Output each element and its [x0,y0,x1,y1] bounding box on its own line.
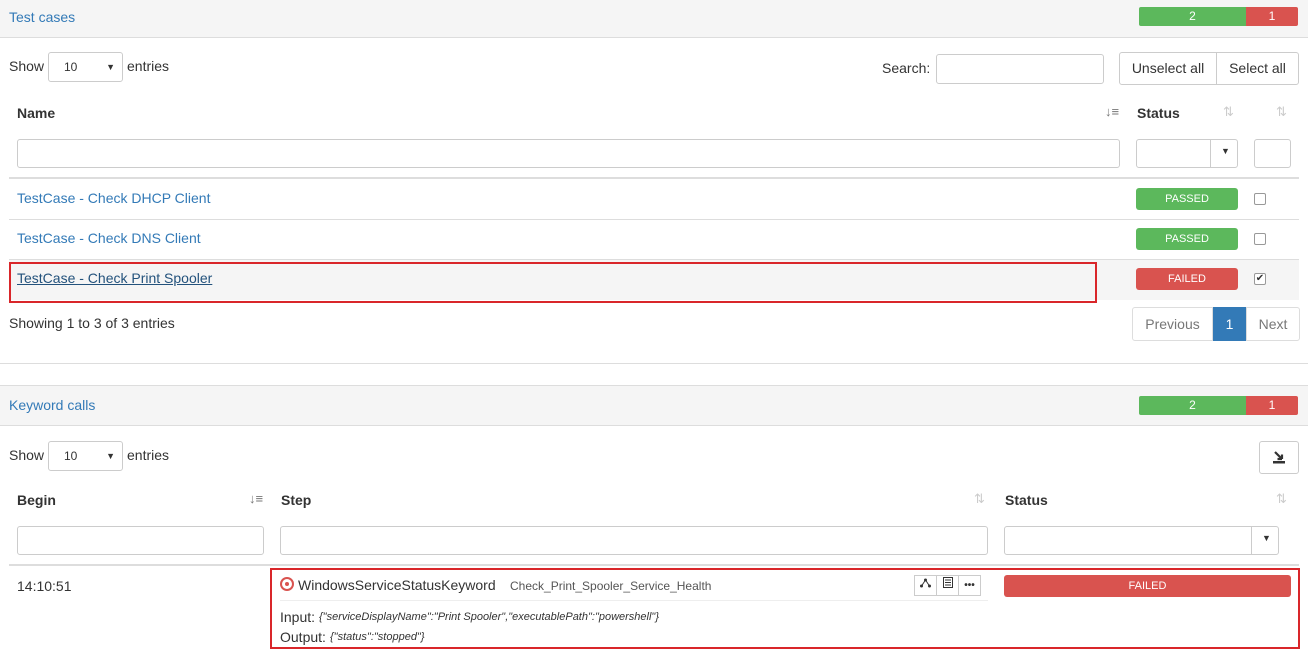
caret-down-icon: ▼ [1262,533,1271,543]
keyword-calls-title[interactable]: Keyword calls [9,397,95,413]
test-case-link[interactable]: TestCase - Check DNS Client [17,230,201,246]
caret-down-icon: ▼ [106,451,115,461]
previous-button[interactable]: Previous [1132,307,1213,341]
search-label: Search: [882,60,931,76]
table-divider [9,564,1299,566]
name-filter-input[interactable] [17,139,1120,168]
export-icon [1273,451,1285,464]
entries-label: entries [127,58,170,74]
column-header-begin[interactable]: Begin [17,492,56,508]
caret-down-icon: ▼ [106,62,115,72]
passed-count: 2 [1139,7,1246,26]
step-filter-input[interactable] [280,526,988,555]
section-divider [0,363,1308,364]
column-header-step[interactable]: Step [281,492,311,508]
entries-value: 10 [64,449,78,463]
select-filter-input[interactable] [1254,139,1291,168]
test-cases-stats: 2 1 [1139,7,1298,26]
highlight-box [270,568,1300,649]
status-badge: PASSED [1136,228,1238,250]
passed-count: 2 [1139,396,1246,415]
begin-filter-input[interactable] [17,526,264,555]
failed-count: 1 [1246,7,1298,26]
show-label: Show [9,447,45,463]
sort-icon[interactable]: ⇅ [1223,104,1234,120]
table-info: Showing 1 to 3 of 3 entries [9,315,175,331]
failed-count: 1 [1246,396,1298,415]
show-label: Show [9,58,45,74]
unselect-all-button[interactable]: Unselect all [1119,52,1217,85]
page-1-button[interactable]: 1 [1213,307,1246,341]
status-filter-select[interactable]: ▼ [1136,139,1238,168]
test-cases-title[interactable]: Test cases [9,9,75,25]
entries-select[interactable]: 10 ▼ [48,441,123,471]
sort-icon[interactable]: ⇅ [974,491,985,507]
column-header-name[interactable]: Name [17,105,55,121]
sort-icon[interactable]: ⇅ [1276,491,1287,507]
sort-desc-icon[interactable]: ↓≡ [249,491,263,506]
divider [1210,140,1211,167]
row-checkbox[interactable] [1254,193,1266,205]
entries-label: entries [127,447,170,463]
test-case-link[interactable]: TestCase - Check DHCP Client [17,190,210,206]
row-checkbox[interactable]: ✔ [1254,273,1266,285]
column-header-status[interactable]: Status [1005,492,1048,508]
sort-asc-icon[interactable]: ↓≡ [1105,104,1119,119]
sort-icon[interactable]: ⇅ [1276,104,1287,120]
divider [1251,527,1252,554]
highlight-box [9,262,1097,303]
caret-down-icon: ▼ [1221,146,1230,156]
begin-time: 14:10:51 [17,578,72,594]
column-header-status[interactable]: Status [1137,105,1180,121]
next-button[interactable]: Next [1246,307,1300,341]
test-cases-panel-header: Test cases 2 1 [0,0,1308,38]
row-checkbox[interactable] [1254,233,1266,245]
table-divider [9,177,1299,179]
pagination: Previous 1 Next [1132,307,1300,341]
search-input[interactable] [936,54,1104,84]
keyword-calls-stats: 2 1 [1139,396,1298,415]
status-badge: FAILED [1136,268,1238,290]
entries-select[interactable]: 10 ▼ [48,52,123,82]
status-badge: PASSED [1136,188,1238,210]
select-all-button[interactable]: Select all [1216,52,1299,85]
row-divider [9,219,1299,220]
export-button[interactable] [1259,441,1299,474]
status-filter-select[interactable]: ▼ [1004,526,1279,555]
keyword-calls-panel-header: Keyword calls 2 1 [0,385,1308,426]
entries-value: 10 [64,60,78,74]
